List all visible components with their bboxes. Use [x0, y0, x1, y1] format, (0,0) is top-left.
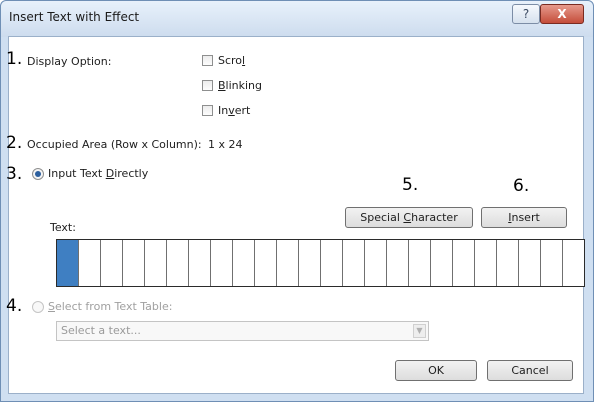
close-icon: X: [557, 7, 567, 21]
text-label: Text:: [50, 221, 76, 234]
marker-1: 1.: [6, 49, 23, 69]
text-cell[interactable]: [431, 240, 453, 286]
marker-2: 2.: [6, 133, 23, 153]
text-cell[interactable]: [277, 240, 299, 286]
text-cell[interactable]: [79, 240, 101, 286]
text-cell[interactable]: [387, 240, 409, 286]
ok-button[interactable]: OK: [395, 360, 477, 381]
invert-checkbox[interactable]: [202, 105, 213, 116]
window-title: Insert Text with Effect: [9, 10, 140, 24]
display-option-label: Display Option:: [27, 55, 112, 68]
text-cell[interactable]: [321, 240, 343, 286]
blinking-checkbox-label[interactable]: Blinking: [218, 79, 262, 92]
help-button[interactable]: ?: [512, 4, 540, 24]
text-cell[interactable]: [409, 240, 431, 286]
scroll-checkbox-label[interactable]: Scrol: [218, 54, 245, 67]
marker-6: 6.: [513, 176, 530, 196]
title-bar[interactable]: Insert Text with Effect ? X: [1, 1, 593, 37]
invert-checkbox-label[interactable]: Invert: [218, 104, 250, 117]
text-cell[interactable]: [475, 240, 497, 286]
input-directly-radio[interactable]: [32, 168, 44, 180]
text-table-placeholder: Select a text...: [61, 324, 141, 337]
text-cell[interactable]: [123, 240, 145, 286]
cancel-button[interactable]: Cancel: [487, 360, 573, 381]
text-cell[interactable]: [101, 240, 123, 286]
text-cell[interactable]: [57, 240, 79, 286]
text-cell[interactable]: [233, 240, 255, 286]
text-cell[interactable]: [541, 240, 563, 286]
text-cell[interactable]: [255, 240, 277, 286]
text-cell[interactable]: [145, 240, 167, 286]
text-cell[interactable]: [519, 240, 541, 286]
occupied-area-label: Occupied Area (Row x Column):: [27, 138, 202, 151]
text-cell[interactable]: [453, 240, 475, 286]
close-button[interactable]: X: [540, 4, 584, 24]
text-cell[interactable]: [167, 240, 189, 286]
scroll-checkbox[interactable]: [202, 55, 213, 66]
occupied-area-value: 1 x 24: [208, 138, 243, 151]
text-cell[interactable]: [299, 240, 321, 286]
help-icon: ?: [522, 7, 530, 21]
chevron-down-icon[interactable]: ▼: [413, 324, 426, 338]
marker-4: 4.: [6, 296, 23, 316]
text-cell[interactable]: [189, 240, 211, 286]
marker-3: 3.: [6, 164, 23, 184]
text-table-dropdown[interactable]: Select a text... ▼: [56, 321, 429, 341]
text-table-radio[interactable]: [32, 301, 44, 313]
marker-5: 5.: [402, 175, 419, 195]
text-cell-grid[interactable]: [56, 239, 585, 287]
text-cell[interactable]: [211, 240, 233, 286]
blinking-checkbox[interactable]: [202, 80, 213, 91]
insert-button[interactable]: Insert: [481, 207, 567, 228]
text-table-label[interactable]: Select from Text Table:: [48, 300, 172, 313]
input-directly-label[interactable]: Input Text Directly: [48, 167, 148, 180]
text-cell[interactable]: [563, 240, 584, 286]
text-cell[interactable]: [343, 240, 365, 286]
text-cell[interactable]: [497, 240, 519, 286]
text-cell[interactable]: [365, 240, 387, 286]
special-character-button[interactable]: Special Character: [345, 207, 473, 228]
